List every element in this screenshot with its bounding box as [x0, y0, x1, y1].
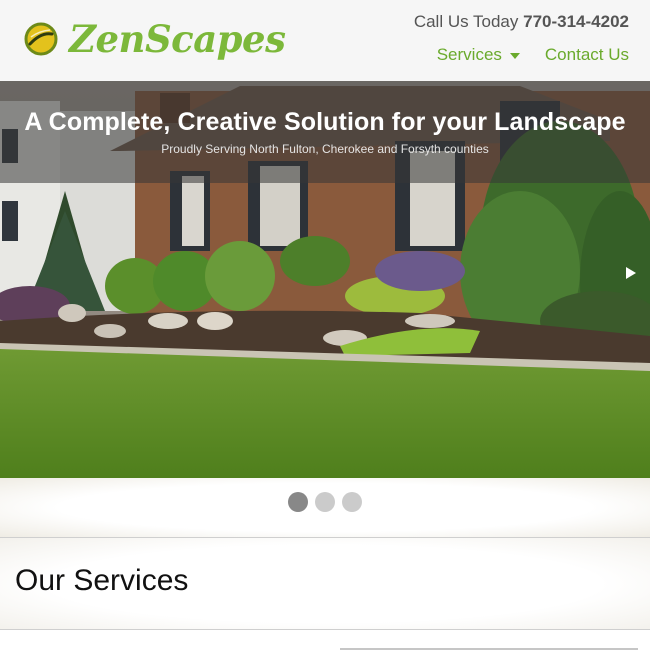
slide-dot-1[interactable]	[288, 492, 308, 512]
section-divider	[0, 629, 650, 630]
nav-contact-label: Contact Us	[544, 45, 629, 64]
call-us: Call Us Today 770-314-4202	[414, 11, 629, 33]
main-nav: Services Contact Us	[437, 44, 629, 66]
hero-carousel: A Complete, Creative Solution for your L…	[0, 81, 650, 478]
hero-subtitle: Proudly Serving North Fulton, Cherokee a…	[161, 142, 489, 156]
next-slide-icon[interactable]	[626, 267, 636, 279]
phone-number[interactable]: 770-314-4202	[523, 12, 629, 31]
carousel-indicators-band	[0, 478, 650, 537]
hero-title: A Complete, Creative Solution for your L…	[24, 108, 626, 136]
slide-dot-2[interactable]	[315, 492, 335, 512]
brand-name: ZenScapes	[69, 17, 286, 61]
site-header: ZenScapes Call Us Today 770-314-4202 Ser…	[0, 0, 650, 81]
carousel-indicators	[0, 492, 650, 512]
logo[interactable]: ZenScapes	[24, 17, 286, 61]
services-section: Our Services	[0, 538, 650, 630]
services-heading: Our Services	[15, 564, 189, 597]
nav-services-label: Services	[436, 45, 502, 64]
caret-down-icon	[509, 53, 520, 59]
nav-contact[interactable]: Contact Us	[545, 44, 629, 66]
logo-icon	[24, 22, 58, 56]
nav-services[interactable]: Services	[437, 44, 520, 66]
call-label: Call Us Today	[413, 12, 519, 31]
slide-dot-3[interactable]	[342, 492, 362, 512]
